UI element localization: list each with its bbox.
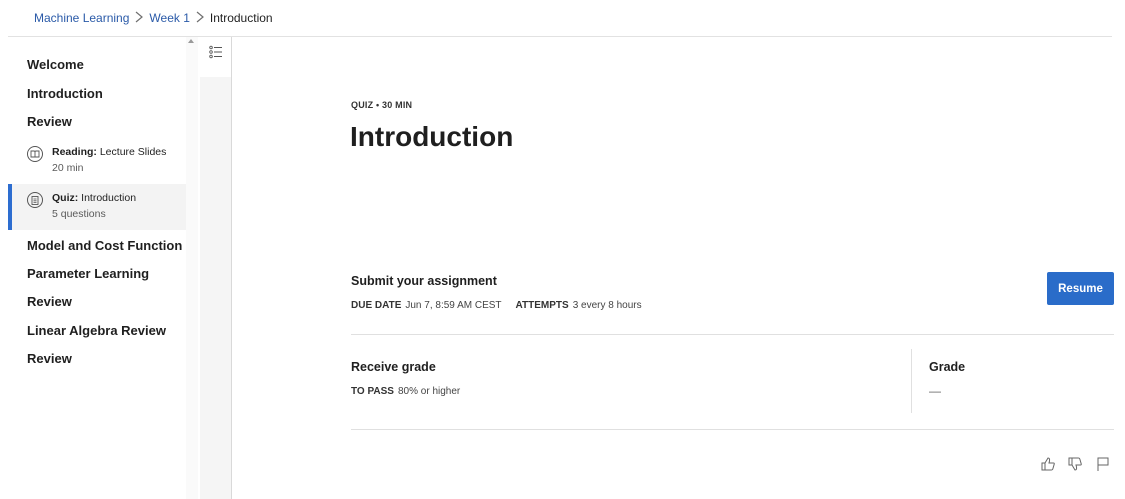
quiz-icon	[27, 192, 43, 208]
thumbs-up-icon[interactable]	[1039, 455, 1057, 473]
grade-value: —	[929, 384, 941, 398]
section-divider	[351, 429, 1114, 430]
attempts-label: ATTEMPTS	[515, 300, 569, 311]
flag-icon[interactable]	[1094, 455, 1112, 473]
sidebar-section-linear-algebra-review[interactable]: Linear Algebra Review	[27, 323, 166, 338]
sidebar-item-meta: 5 questions	[52, 208, 106, 220]
sidebar-item-quiz-introduction[interactable]: Quiz: Introduction 5 questions	[8, 184, 186, 230]
breadcrumb: Machine Learning Week 1 Introduction	[34, 8, 273, 28]
resume-button[interactable]: Resume	[1047, 272, 1114, 305]
due-date-value: Jun 7, 8:59 AM CEST	[405, 300, 502, 311]
chevron-right-icon	[196, 11, 204, 25]
sidebar-item-meta: 20 min	[52, 162, 84, 174]
sidebar-section-review-3[interactable]: Review	[27, 351, 72, 366]
item-type-duration: QUIZ • 30 MIN	[351, 100, 413, 110]
page-title: Introduction	[350, 121, 514, 152]
to-pass-value: 80% or higher	[397, 386, 461, 397]
assignment-meta: DUE DATE Jun 7, 8:59 AM CEST ATTEMPTS 3 eve…	[351, 300, 642, 311]
breadcrumb-week-link[interactable]: Week 1	[149, 11, 189, 25]
sidebar-scrollbar[interactable]	[186, 37, 198, 499]
grade-label: Grade	[929, 360, 966, 374]
sidebar-section-introduction[interactable]: Introduction	[27, 86, 103, 101]
collapse-rail	[200, 37, 232, 499]
pass-requirement: TO PASS 80% or higher	[351, 386, 460, 397]
submit-assignment-heading: Submit your assignment	[351, 274, 497, 288]
reading-icon	[27, 146, 43, 162]
sidebar-section-model-cost-function[interactable]: Model and Cost Function	[27, 238, 182, 253]
attempts-value: 3 every 8 hours	[572, 300, 642, 311]
sidebar-item-label: Quiz: Introduction	[52, 192, 137, 204]
sidebar-item-label: Reading: Lecture Slides	[52, 146, 167, 158]
sidebar-item-reading-lecture-slides[interactable]: Reading: Lecture Slides 20 min	[8, 138, 186, 184]
due-date-label: DUE DATE	[351, 300, 402, 311]
section-divider	[351, 334, 1114, 335]
scroll-up-arrow-icon[interactable]	[188, 39, 194, 43]
to-pass-label: TO PASS	[351, 386, 394, 397]
sidebar-section-review-2[interactable]: Review	[27, 294, 72, 309]
breadcrumb-course-link[interactable]: Machine Learning	[34, 11, 129, 25]
toggle-outline-button[interactable]	[200, 37, 231, 77]
receive-grade-heading: Receive grade	[351, 360, 436, 374]
selected-indicator	[8, 184, 12, 230]
grade-divider	[911, 349, 912, 413]
sidebar-section-review[interactable]: Review	[27, 114, 72, 129]
list-icon	[208, 45, 223, 64]
thumbs-down-icon[interactable]	[1066, 455, 1084, 473]
course-sidebar: Welcome Introduction Review Reading: Lec…	[8, 37, 186, 499]
chevron-right-icon	[135, 11, 144, 25]
breadcrumb-current: Introduction	[209, 11, 273, 25]
sidebar-section-welcome[interactable]: Welcome	[27, 57, 84, 72]
sidebar-section-parameter-learning[interactable]: Parameter Learning	[27, 266, 149, 281]
